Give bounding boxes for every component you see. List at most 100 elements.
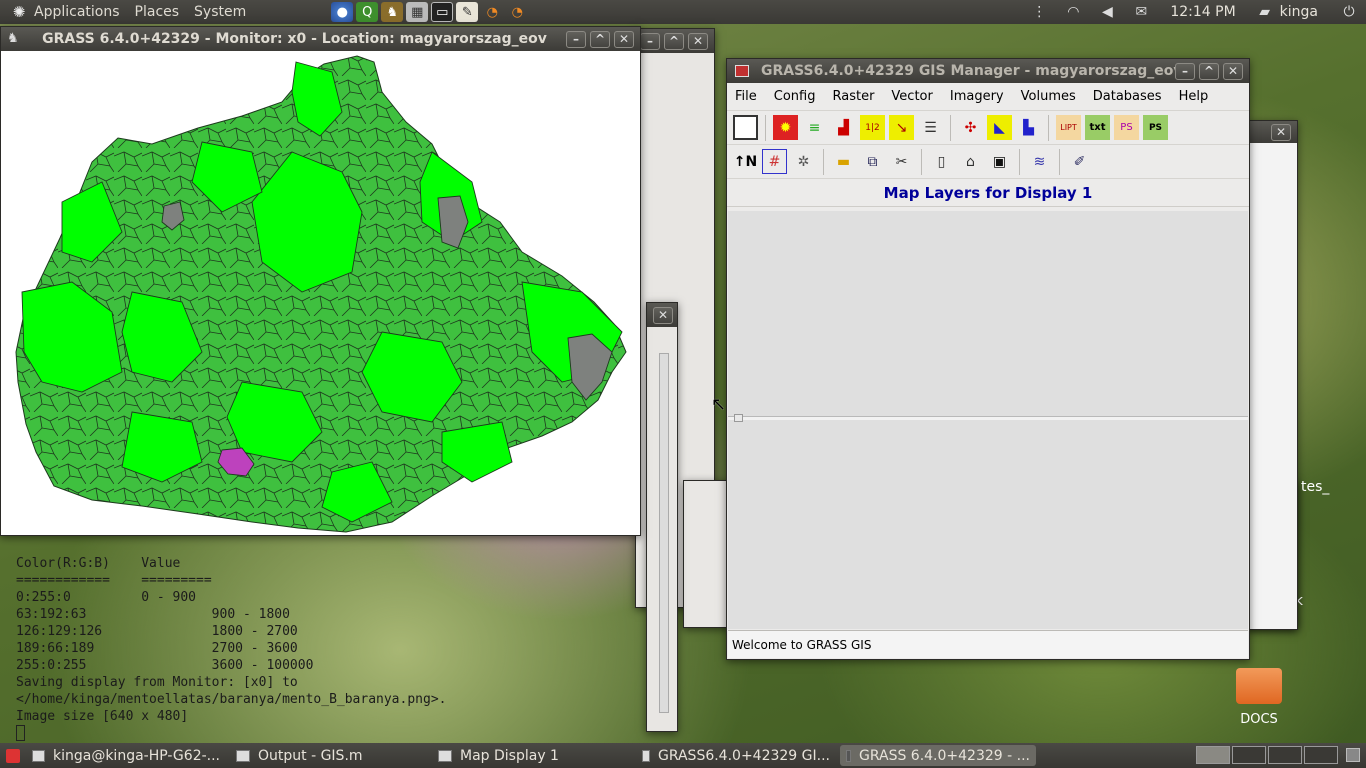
chat-icon[interactable]: ▰ xyxy=(1254,4,1276,20)
copy-icon[interactable]: ⧉ xyxy=(860,149,885,174)
menu-volumes[interactable]: Volumes xyxy=(1021,89,1076,104)
workspace-2[interactable] xyxy=(1232,746,1266,764)
user-name[interactable]: kinga xyxy=(1280,4,1318,20)
background-window-titlebar[interactable]: – ^ ✕ xyxy=(636,29,714,53)
terminal-cursor[interactable] xyxy=(16,725,25,741)
legend-icon[interactable]: ☰ xyxy=(918,115,943,140)
raster-numbers-icon[interactable]: 1|2 xyxy=(860,115,885,140)
workspace-4[interactable] xyxy=(1304,746,1338,764)
label-layer-icon[interactable]: LIPT xyxy=(1056,115,1081,140)
power-icon[interactable]: ⏻ xyxy=(1338,4,1360,20)
mail-icon[interactable]: ✉ xyxy=(1130,4,1152,20)
toolbar-separator xyxy=(1048,114,1049,141)
menu-help[interactable]: Help xyxy=(1179,89,1209,104)
rgb-layer-icon[interactable]: ≡ xyxy=(802,115,827,140)
gis-manager-titlebar[interactable]: GRASS6.4.0+42329 GIS Manager - magyarors… xyxy=(727,59,1249,83)
thematic-map-icon[interactable]: ◣ xyxy=(987,115,1012,140)
menu-vector[interactable]: Vector xyxy=(891,89,932,104)
terminal-icon[interactable]: ▭ xyxy=(431,2,454,22)
menu-file[interactable]: File xyxy=(735,89,757,104)
terminal-close-icon[interactable]: ✕ xyxy=(653,306,673,324)
north-arrow-icon[interactable]: ↑N xyxy=(733,149,758,174)
close-icon-right[interactable]: ✕ xyxy=(1271,123,1291,141)
pane-splitter[interactable] xyxy=(728,416,1248,420)
clock[interactable]: 12:14 PM xyxy=(1170,4,1235,20)
task-monitor[interactable]: GRASS 6.4.0+42329 - ... xyxy=(840,745,1036,766)
docs-folder[interactable]: DOCS xyxy=(1224,668,1294,727)
menu-places[interactable]: Places xyxy=(135,4,180,20)
chromium-icon[interactable]: ● xyxy=(331,2,354,22)
workspace-3[interactable] xyxy=(1268,746,1302,764)
menu-config[interactable]: Config xyxy=(774,89,816,104)
save-icon[interactable]: ▣ xyxy=(987,149,1012,174)
layer-tree-panel[interactable] xyxy=(728,211,1248,629)
workspace-switcher[interactable] xyxy=(1196,746,1338,764)
blender-icon[interactable]: ◔ xyxy=(481,2,503,22)
text-layer-icon[interactable]: txt xyxy=(1085,115,1110,140)
menu-system[interactable]: System xyxy=(194,4,246,20)
text-editor-icon[interactable]: ✎ xyxy=(456,2,479,22)
background-window-right-titlebar[interactable]: ✕ xyxy=(1249,121,1297,143)
folder-icon[interactable]: ▬ xyxy=(831,149,856,174)
raster-layer-icon[interactable]: ✹ xyxy=(773,115,798,140)
task-label: GRASS 6.4.0+42329 - ... xyxy=(858,747,1030,764)
gear-icon[interactable]: ✲ xyxy=(791,149,816,174)
map-canvas[interactable] xyxy=(2,52,640,534)
layers-icon[interactable]: ≋ xyxy=(1027,149,1052,174)
new-display-icon[interactable] xyxy=(733,115,758,140)
menu-imagery[interactable]: Imagery xyxy=(950,89,1004,104)
ubuntu-logo-icon[interactable]: ✺ xyxy=(10,3,28,21)
maximize-icon[interactable]: ^ xyxy=(664,32,684,50)
cut-icon[interactable]: ✂ xyxy=(889,149,914,174)
toolbar-separator xyxy=(1059,148,1060,175)
vector-layer-icon[interactable]: ✣ xyxy=(958,115,983,140)
calculator-icon[interactable]: ▦ xyxy=(406,2,429,22)
grass-window-icon: ♞ xyxy=(7,31,19,46)
maximize-icon[interactable]: ^ xyxy=(1199,62,1219,80)
close-icon[interactable]: ✕ xyxy=(1223,62,1243,80)
grass-icon[interactable]: ♞ xyxy=(381,2,404,22)
minimize-icon[interactable]: – xyxy=(1175,62,1195,80)
map-monitor-titlebar[interactable]: ♞ GRASS 6.4.0+42329 - Monitor: x0 - Loca… xyxy=(1,27,640,51)
maximize-icon[interactable]: ^ xyxy=(590,30,610,48)
gis-manager-window[interactable]: GRASS6.4.0+42329 GIS Manager - magyarors… xyxy=(726,58,1250,660)
minimize-icon[interactable]: – xyxy=(640,32,660,50)
task-terminal[interactable]: kinga@kinga-HP-G62-... xyxy=(26,745,226,766)
folder-icon xyxy=(1236,668,1282,704)
menu-databases[interactable]: Databases xyxy=(1093,89,1162,104)
close-icon[interactable]: ✕ xyxy=(688,32,708,50)
terminal-output[interactable]: Color(R:G:B) Value ============ =========… xyxy=(0,530,678,741)
background-window-right[interactable]: ✕ tes_ xyxy=(1248,120,1329,630)
volume-icon[interactable]: ◀ xyxy=(1096,4,1118,20)
qgis-icon[interactable]: Q xyxy=(356,2,379,22)
raster-arrows-icon[interactable]: ↘ xyxy=(889,115,914,140)
task-map-display[interactable]: Map Display 1 xyxy=(432,745,632,766)
menu-applications[interactable]: Applications xyxy=(34,4,120,20)
workspace-1[interactable] xyxy=(1196,746,1230,764)
digitize-icon[interactable]: ✐ xyxy=(1067,149,1092,174)
thematic-chart-icon[interactable]: ▙ xyxy=(1016,115,1041,140)
new-file-icon[interactable]: ▯ xyxy=(929,149,954,174)
terminal-line: 126:129:126 1800 - 2700 xyxy=(16,624,298,639)
gis-manager-title: GRASS6.4.0+42329 GIS Manager - magyarors… xyxy=(761,63,1175,79)
splitter-handle[interactable] xyxy=(734,414,743,422)
toolbar-separator xyxy=(950,114,951,141)
blender-icon-2[interactable]: ◔ xyxy=(506,2,528,22)
task-output[interactable]: Output - GIS.m xyxy=(230,745,428,766)
grass-task-icon xyxy=(846,749,851,762)
menu-raster[interactable]: Raster xyxy=(832,89,874,104)
terminal-titlebar[interactable]: ✕ xyxy=(647,303,677,327)
grid-icon[interactable]: # xyxy=(762,149,787,174)
ps-text-icon[interactable]: PS xyxy=(1143,115,1168,140)
histogram-icon[interactable]: ▟ xyxy=(831,115,856,140)
more-icon[interactable]: ⋮ xyxy=(1028,4,1050,20)
open-folder-icon[interactable]: ⌂ xyxy=(958,149,983,174)
task-gis-manager[interactable]: GRASS6.4.0+42329 GI... xyxy=(636,745,836,766)
trash-icon[interactable] xyxy=(1346,748,1360,762)
close-icon[interactable]: ✕ xyxy=(614,30,634,48)
minimize-icon[interactable]: – xyxy=(566,30,586,48)
show-desktop-icon[interactable] xyxy=(6,748,20,763)
map-monitor-window[interactable]: ♞ GRASS 6.4.0+42329 - Monitor: x0 - Loca… xyxy=(0,26,641,536)
wifi-icon[interactable]: ◠ xyxy=(1062,4,1084,20)
postscript-icon[interactable]: PS xyxy=(1114,115,1139,140)
